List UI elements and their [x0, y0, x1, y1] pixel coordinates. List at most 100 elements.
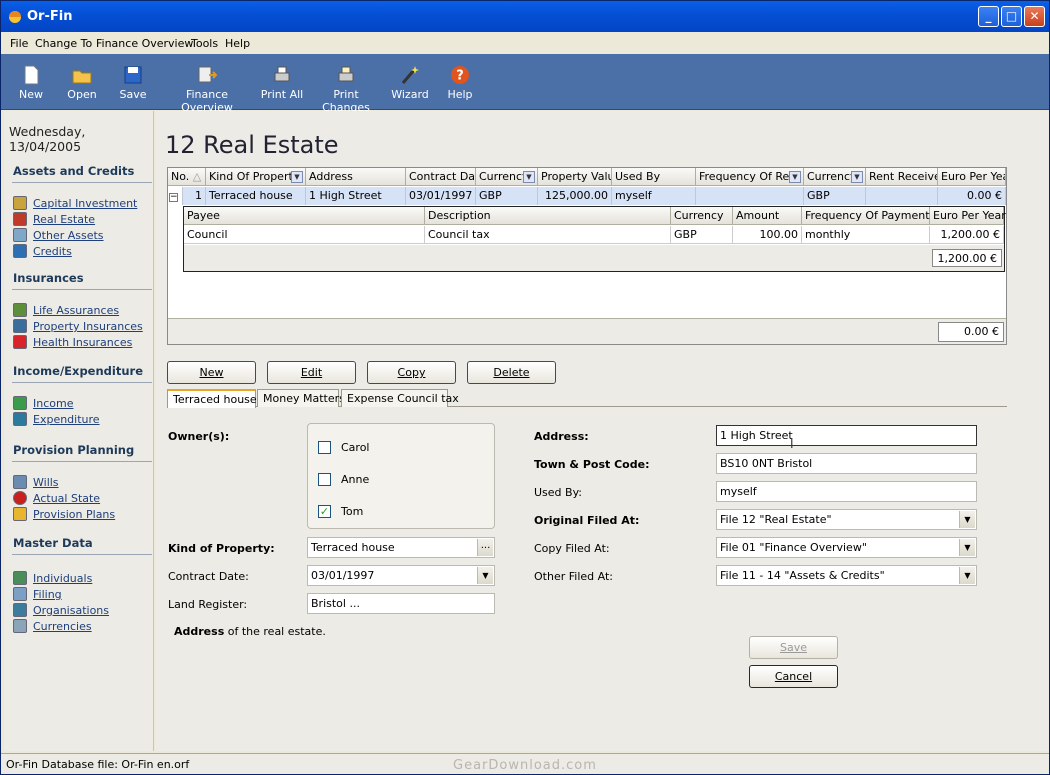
- delete-record-button[interactable]: Delete: [467, 361, 556, 384]
- toolbar-wizard-button[interactable]: Wizard: [390, 58, 430, 106]
- cell-frequency[interactable]: [696, 187, 804, 205]
- dropdown-button[interactable]: ▼: [959, 567, 975, 584]
- subcol-header-amount[interactable]: Amount: [733, 207, 802, 225]
- owner-anne-label[interactable]: Anne: [341, 473, 369, 486]
- col-header-property-value[interactable]: Property Value: [538, 168, 612, 186]
- cell-rent-received[interactable]: [866, 187, 938, 205]
- tab-terraced-house[interactable]: Terraced house: [167, 389, 257, 408]
- tab-expense-council-tax[interactable]: Expense Council tax: [341, 389, 459, 407]
- col-header-address[interactable]: Address: [306, 168, 406, 186]
- nav-other-assets[interactable]: Other Assets: [13, 228, 104, 242]
- nav-credits[interactable]: Credits: [13, 244, 72, 258]
- browse-button[interactable]: ...: [477, 539, 493, 556]
- subcell-euro-per-year[interactable]: 1,200.00 €: [930, 226, 1004, 244]
- copy-filed-at-select[interactable]: File 01 "Finance Overview" ▼: [716, 537, 977, 558]
- edit-record-button[interactable]: Edit: [267, 361, 356, 384]
- dropdown-button[interactable]: ▼: [959, 539, 975, 556]
- cell-used-by[interactable]: myself: [612, 187, 696, 205]
- window-title: Or-Fin: [27, 9, 73, 24]
- subcell-payee[interactable]: Council: [184, 226, 425, 244]
- maximize-button[interactable]: □: [1001, 6, 1022, 27]
- subcol-header-currency[interactable]: Currency: [671, 207, 733, 225]
- owner-tom-label[interactable]: Tom: [341, 505, 363, 518]
- used-by-field[interactable]: myself: [716, 481, 977, 502]
- row-expander[interactable]: −: [168, 187, 183, 205]
- toolbar-help-button[interactable]: ? Help: [444, 58, 476, 106]
- toolbar-print-all-button[interactable]: Print All: [260, 58, 304, 106]
- col-header-rent-received[interactable]: Rent Received: [866, 168, 938, 186]
- nav-provision-plans[interactable]: Provision Plans: [13, 507, 115, 521]
- nav-property-insurances[interactable]: Property Insurances: [13, 319, 143, 333]
- col-header-no[interactable]: No. △: [168, 168, 206, 186]
- nav-income[interactable]: Income: [13, 396, 73, 410]
- filter-dropdown-icon[interactable]: ▼: [789, 171, 801, 183]
- col-header-frequency[interactable]: Frequency Of Rent: [696, 168, 804, 186]
- contract-date-field[interactable]: 03/01/1997 ▼: [307, 565, 495, 586]
- menu-file[interactable]: File: [10, 37, 28, 50]
- cell-currency[interactable]: GBP: [476, 187, 538, 205]
- nav-expenditure[interactable]: Expenditure: [13, 412, 100, 426]
- dropdown-button[interactable]: ▼: [959, 511, 975, 528]
- toolbar-new-button[interactable]: New: [13, 58, 49, 106]
- date-dropdown-button[interactable]: ▼: [477, 567, 493, 584]
- nav-real-estate[interactable]: Real Estate: [13, 212, 95, 226]
- kind-of-property-field[interactable]: Terraced house ...: [307, 537, 495, 558]
- nav-filing[interactable]: Filing: [13, 587, 62, 601]
- copy-record-button[interactable]: Copy: [367, 361, 456, 384]
- menu-tools[interactable]: Tools: [191, 37, 218, 50]
- subcell-currency[interactable]: GBP: [671, 226, 733, 244]
- cell-property-value[interactable]: 125,000.00: [538, 187, 612, 205]
- col-header-used-by[interactable]: Used By: [612, 168, 696, 186]
- nav-life-assurances[interactable]: Life Assurances: [13, 303, 119, 317]
- owner-carol-label[interactable]: Carol: [341, 441, 370, 454]
- nav-currencies[interactable]: Currencies: [13, 619, 92, 633]
- menu-change-to[interactable]: Change To: [35, 37, 92, 50]
- cell-no[interactable]: 1: [183, 187, 206, 205]
- cell-contract-date[interactable]: 03/01/1997: [406, 187, 476, 205]
- other-filed-at-select[interactable]: File 11 - 14 "Assets & Credits" ▼: [716, 565, 977, 586]
- owner-tom-checkbox[interactable]: ✓: [318, 505, 331, 518]
- owner-carol-checkbox[interactable]: [318, 441, 331, 454]
- toolbar-save-button[interactable]: Save: [115, 58, 151, 106]
- nav-wills[interactable]: Wills: [13, 475, 59, 489]
- col-header-euro-per-year[interactable]: Euro Per Year: [938, 168, 1006, 186]
- save-button[interactable]: Save: [749, 636, 838, 659]
- cell-kind[interactable]: Terraced house: [206, 187, 306, 205]
- subcol-header-description[interactable]: Description: [425, 207, 671, 225]
- tab-money-matters[interactable]: Money Matters: [257, 389, 345, 407]
- subcell-description[interactable]: Council tax: [425, 226, 671, 244]
- section-divider: [12, 554, 152, 555]
- town-post-code-field[interactable]: BS10 0NT Bristol: [716, 453, 977, 474]
- address-field[interactable]: 1 High Street: [716, 425, 977, 446]
- subcell-amount[interactable]: 100.00: [733, 226, 802, 244]
- cancel-button[interactable]: Cancel: [749, 665, 838, 688]
- toolbar-print-changes-button[interactable]: Print Changes: [309, 58, 383, 114]
- subcell-frequency[interactable]: monthly: [802, 226, 930, 244]
- new-record-button[interactable]: New: [167, 361, 256, 384]
- filter-dropdown-icon[interactable]: ▼: [523, 171, 535, 183]
- cell-euro-per-year[interactable]: 0.00 €: [938, 187, 1006, 205]
- close-button[interactable]: ✕: [1024, 6, 1045, 27]
- menu-help[interactable]: Help: [225, 37, 250, 50]
- land-register-field[interactable]: Bristol ...: [307, 593, 495, 614]
- subcol-header-frequency[interactable]: Frequency Of Payment: [802, 207, 930, 225]
- filter-dropdown-icon[interactable]: ▼: [851, 171, 863, 183]
- cell-currency-2[interactable]: GBP: [804, 187, 866, 205]
- menu-finance-overview[interactable]: Finance Overview: [96, 37, 193, 50]
- toolbar-open-button[interactable]: Open: [64, 58, 100, 106]
- minimize-button[interactable]: _: [978, 6, 999, 27]
- cell-address[interactable]: 1 High Street: [306, 187, 406, 205]
- filter-dropdown-icon[interactable]: ▼: [291, 171, 303, 183]
- original-filed-at-select[interactable]: File 12 "Real Estate" ▼: [716, 509, 977, 530]
- toolbar-finance-overview-button[interactable]: Finance Overview: [161, 58, 253, 114]
- nav-individuals[interactable]: Individuals: [13, 571, 92, 585]
- owner-anne-checkbox[interactable]: [318, 473, 331, 486]
- nav-actual-state[interactable]: Actual State: [13, 491, 100, 505]
- subcol-header-euro-per-year[interactable]: Euro Per Year: [930, 207, 1006, 225]
- nav-health-insurances[interactable]: Health Insurances: [13, 335, 132, 349]
- subcol-header-payee[interactable]: Payee: [184, 207, 425, 225]
- nav-capital-investment[interactable]: Capital Investment: [13, 196, 137, 210]
- col-header-contract-date[interactable]: Contract Date: [406, 168, 476, 186]
- nav-organisations[interactable]: Organisations: [13, 603, 109, 617]
- title-bar[interactable]: Or-Fin _ □ ✕: [1, 1, 1049, 32]
